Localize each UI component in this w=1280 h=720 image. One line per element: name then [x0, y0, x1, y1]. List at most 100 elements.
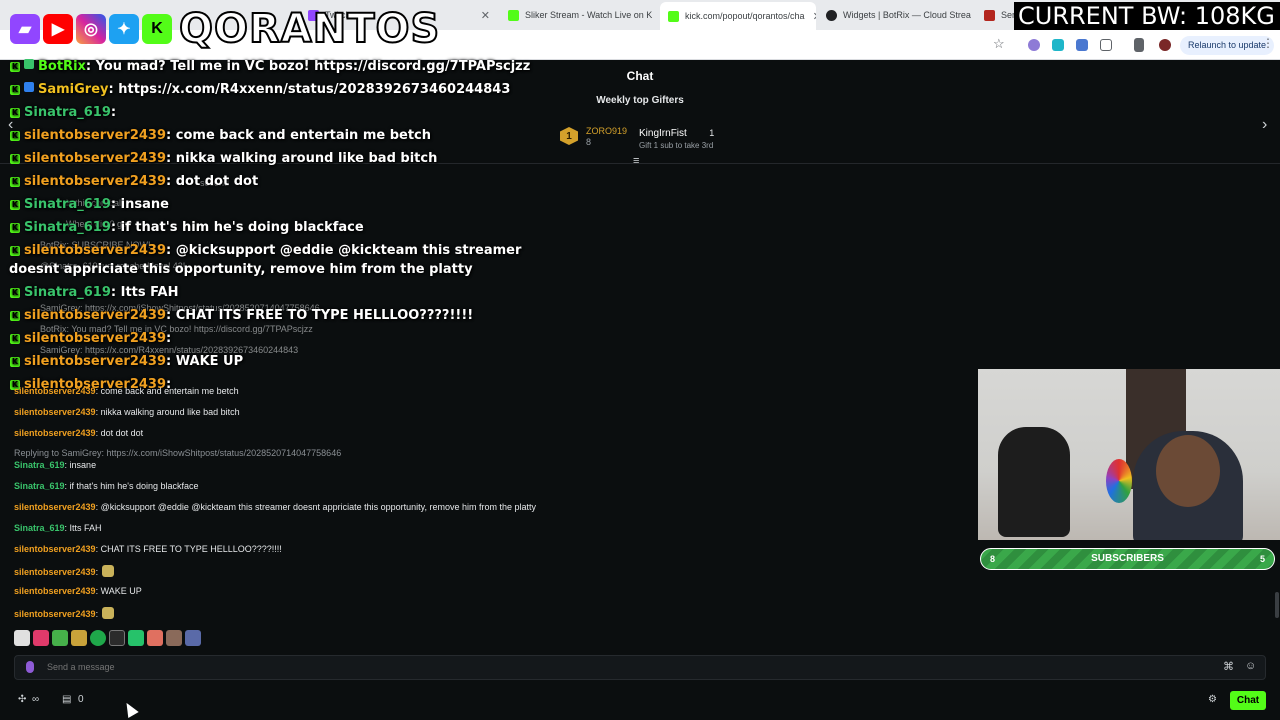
translate-icon[interactable]: ⌘	[1223, 660, 1234, 673]
relaunch-button[interactable]: Relaunch to update	[1180, 36, 1275, 55]
chat-username[interactable]: silentobserver2439	[14, 428, 96, 438]
chat-username[interactable]: silentobserver2439	[14, 586, 96, 596]
overlay-username: Sinatra_619	[24, 105, 111, 120]
quick-emote-bar	[14, 630, 201, 646]
gifter-item[interactable]: ZORO919 8	[586, 125, 627, 147]
chat-username[interactable]: silentobserver2439	[14, 609, 96, 619]
emote-icon[interactable]	[14, 630, 30, 646]
extension-icon[interactable]	[1076, 39, 1088, 51]
chat-text: : dot dot dot	[95, 428, 144, 438]
close-icon[interactable]: ✕	[805, 10, 816, 23]
emote-icon[interactable]	[147, 630, 163, 646]
emote-icon[interactable]	[52, 630, 68, 646]
chat-text: : insane	[64, 460, 97, 470]
extension-icon[interactable]	[1052, 39, 1064, 51]
overlay-chat-message: doesnt appriciate this opportunity, remo…	[9, 262, 473, 277]
emote-icon[interactable]	[185, 630, 201, 646]
gifter-count: 8	[586, 137, 592, 147]
extensions-puzzle-icon[interactable]	[1100, 39, 1112, 51]
overlay-username: silentobserver2439	[24, 128, 167, 143]
subscriber-goal-bar: 8 SUBSCRIBERS 5	[980, 548, 1275, 570]
kick-badge-icon: K	[10, 223, 20, 233]
settings-icon[interactable]: ⚙	[1208, 694, 1217, 705]
overlay-username: Sinatra_619	[24, 285, 111, 300]
chat-message[interactable]: silentobserver2439:	[14, 565, 115, 577]
scrollbar[interactable]	[1275, 592, 1279, 618]
chat-username[interactable]: silentobserver2439	[14, 386, 96, 396]
tab-kick-popout[interactable]: kick.com/popout/qorantos/cha ✕	[660, 2, 816, 30]
gift-icon[interactable]: ▤	[62, 694, 71, 705]
overlay-username: silentobserver2439	[24, 331, 167, 346]
chat-message[interactable]: silentobserver2439: dot dot dot	[14, 428, 143, 438]
overlay-chat-message: Ksilentobserver2439: nikka walking aroun…	[10, 151, 437, 166]
more-menu-icon[interactable]: ⋮	[1262, 36, 1274, 50]
chat-message[interactable]: silentobserver2439: WAKE UP	[14, 586, 142, 596]
share-icon[interactable]: ✣	[18, 694, 26, 705]
extension-icon[interactable]	[1028, 39, 1040, 51]
chat-username[interactable]: Sinatra_619	[14, 460, 65, 470]
overlay-username: silentobserver2439	[24, 174, 167, 189]
kick-badge-icon: K	[10, 288, 20, 298]
tab-sliker[interactable]: Sliker Stream - Watch Live on K ✕	[500, 4, 656, 26]
overlay-text: : nikka walking around like bad bitch	[166, 151, 438, 166]
chat-message[interactable]: silentobserver2439:	[14, 607, 115, 619]
kick-favicon-icon	[508, 9, 519, 21]
screen: Twitch ✕ Sliker Stream - Watch Live on K…	[0, 0, 1280, 720]
chat-message[interactable]: Sinatra_619: Itts FAH	[14, 523, 102, 533]
weekly-top-gifters-title: Weekly top Gifters	[596, 95, 684, 106]
profile-avatar-icon[interactable]	[1159, 39, 1171, 51]
side-panel-icon[interactable]	[1134, 38, 1144, 52]
gifter-item[interactable]: KingIrnFist 1 Gift 1 sub to take 3rd	[639, 123, 714, 150]
message-input[interactable]	[47, 656, 1197, 679]
emote-icon[interactable]	[166, 630, 182, 646]
close-icon[interactable]: ✕	[473, 9, 490, 22]
close-icon[interactable]: ✕	[971, 9, 974, 22]
chevron-right-icon[interactable]: ›	[1262, 116, 1267, 134]
botrix-favicon-icon	[826, 9, 837, 21]
chat-message[interactable]: silentobserver2439: CHAT ITS FREE TO TYP…	[14, 544, 282, 554]
overlay-text: : WAKE UP	[166, 354, 244, 369]
overlay-chat-message: Ksilentobserver2439: @kicksupport @eddie…	[10, 243, 521, 258]
chat-username[interactable]: Sinatra_619	[14, 523, 65, 533]
overlay-chat-message: K Sinatra_619:	[10, 105, 116, 120]
close-icon[interactable]: ✕	[652, 9, 656, 22]
infinity-icon[interactable]: ∞	[32, 694, 39, 705]
overlay-username: silentobserver2439	[24, 308, 167, 323]
kick-badge-icon: K	[10, 85, 20, 95]
reply-reference[interactable]: Replying to SamiGrey: https://x.com/iSho…	[14, 448, 341, 458]
emote-icon[interactable]	[33, 630, 49, 646]
chat-username[interactable]: silentobserver2439	[14, 567, 96, 577]
chat-message[interactable]: silentobserver2439: come back and entert…	[14, 386, 239, 396]
chat-text: :	[95, 567, 99, 577]
overlay-text: : Itts FAH	[110, 285, 179, 300]
collapse-icon[interactable]: ≡	[633, 155, 639, 167]
chat-username[interactable]: silentobserver2439	[14, 407, 96, 417]
overlay-username: Sinatra_619	[24, 220, 111, 235]
emote-icon[interactable]	[109, 630, 125, 646]
overlay-text: : @kicksupport @eddie @kickteam this str…	[166, 243, 522, 258]
overlay-username: SamiGrey	[38, 82, 109, 97]
microphone-icon[interactable]	[26, 661, 34, 673]
overlay-chat-message: Ksilentobserver2439: come back and enter…	[10, 128, 431, 143]
chat-message[interactable]: silentobserver2439: @kicksupport @eddie …	[14, 502, 536, 512]
chat-button[interactable]: Chat	[1230, 691, 1266, 710]
current-bw-overlay: CURRENT BW: 108KG	[1014, 2, 1280, 30]
overlay-text: : CHAT ITS FREE TO TYPE HELLLOO????!!!!	[166, 308, 474, 323]
emote-icon[interactable]	[90, 630, 106, 646]
chat-username[interactable]: silentobserver2439	[14, 544, 96, 554]
emote-icon[interactable]	[71, 630, 87, 646]
chat-message[interactable]: Sinatra_619: insane	[14, 460, 96, 470]
bookmark-star-icon[interactable]: ☆	[993, 36, 1005, 52]
message-box: ⌘ ☺	[14, 655, 1266, 680]
chat-username[interactable]: Sinatra_619	[14, 481, 65, 491]
tab-botrix[interactable]: Widgets | BotRix — Cloud Strea ✕	[818, 4, 974, 26]
emote-icon[interactable]	[128, 630, 144, 646]
chat-username[interactable]: silentobserver2439	[14, 502, 96, 512]
overlay-chat-message: K Sinatra_619: Itts FAH	[10, 285, 178, 300]
emoji-icon[interactable]: ☺	[1245, 660, 1256, 672]
kick-badge-icon: K	[10, 62, 20, 72]
chat-message[interactable]: Sinatra_619: if that's him he's doing bl…	[14, 481, 199, 491]
stream-logos-overlay: ▰ ▶ ◎ ✦ K QORANTOS	[10, 6, 440, 52]
bot-badge-icon	[24, 59, 34, 69]
chat-message[interactable]: silentobserver2439: nikka walking around…	[14, 407, 240, 417]
